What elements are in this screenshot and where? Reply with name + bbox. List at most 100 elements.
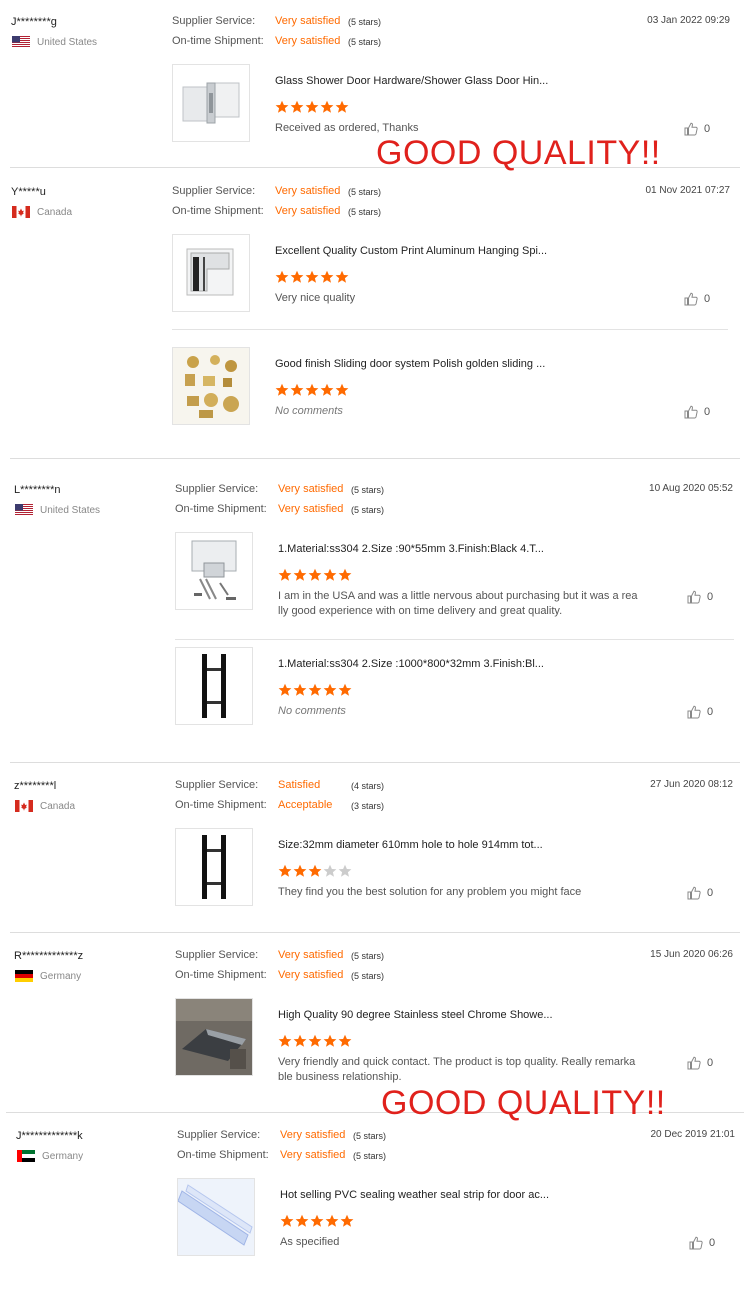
ontime-shipment-stars: (5 stars) bbox=[351, 505, 385, 515]
review-separator bbox=[10, 932, 740, 933]
supplier-service-label: Supplier Service: bbox=[175, 949, 259, 961]
product-title-link[interactable]: High Quality 90 degree Stainless steel C… bbox=[278, 1009, 553, 1021]
ontime-shipment-value: Acceptable bbox=[278, 799, 333, 811]
supplier-service-label: Supplier Service: bbox=[175, 483, 259, 495]
ontime-shipment-value: Very satisfied bbox=[275, 35, 341, 47]
product-thumbnail[interactable] bbox=[172, 234, 250, 312]
review-date: 03 Jan 2022 09:29 bbox=[647, 15, 730, 26]
like-button[interactable]: 0 bbox=[687, 886, 713, 900]
star-filled-icon bbox=[308, 1034, 322, 1047]
star-filled-icon bbox=[278, 864, 292, 877]
like-button[interactable]: 0 bbox=[687, 705, 713, 719]
product-title-link[interactable]: Size:32mm diameter 610mm hole to hole 91… bbox=[278, 839, 543, 851]
review-comment: Very nice quality bbox=[275, 292, 356, 304]
thumbs-up-icon bbox=[687, 705, 701, 719]
ontime-shipment-value: Very satisfied bbox=[278, 969, 344, 981]
product-thumbnail[interactable] bbox=[172, 347, 250, 425]
like-button[interactable]: 0 bbox=[684, 122, 710, 136]
like-count: 0 bbox=[709, 1237, 716, 1249]
star-filled-icon bbox=[290, 100, 304, 113]
supplier-service-label: Supplier Service: bbox=[175, 779, 259, 791]
review-comment: As specified bbox=[280, 1236, 340, 1248]
star-filled-icon bbox=[305, 100, 319, 113]
star-filled-icon bbox=[335, 100, 349, 113]
star-filled-icon bbox=[278, 568, 292, 581]
reviewer-name: R*************z bbox=[14, 950, 84, 962]
review-comment: Very friendly and quick contact. The pro… bbox=[278, 1056, 636, 1083]
country-flag-icon bbox=[12, 36, 30, 48]
product-title-link[interactable]: Glass Shower Door Hardware/Shower Glass … bbox=[275, 75, 548, 87]
supplier-service-stars: (5 stars) bbox=[353, 1131, 387, 1141]
reviewer-name: J********g bbox=[11, 16, 57, 28]
product-thumbnail[interactable] bbox=[175, 998, 253, 1076]
star-filled-icon bbox=[320, 383, 334, 396]
product-title-link[interactable]: Good finish Sliding door system Polish g… bbox=[275, 358, 545, 370]
product-title-link[interactable]: 1.Material:ss304 2.Size :90*55mm 3.Finis… bbox=[278, 543, 544, 555]
product-divider bbox=[172, 329, 728, 330]
product-rating bbox=[275, 100, 349, 114]
reviewer-country: United States bbox=[12, 36, 97, 48]
reviewer-name: J*************k bbox=[16, 1130, 83, 1142]
country-name: Germany bbox=[40, 970, 82, 982]
product-thumbnail[interactable] bbox=[175, 532, 253, 610]
ontime-shipment-label: On-time Shipment: bbox=[175, 799, 267, 811]
reviewer-country: Germany bbox=[15, 970, 81, 982]
star-filled-icon bbox=[325, 1214, 339, 1227]
review-date: 15 Jun 2020 06:26 bbox=[650, 949, 733, 960]
review-card: R*************z Germany Supplier Service: V… bbox=[0, 946, 750, 1083]
ontime-shipment-label: On-time Shipment: bbox=[175, 503, 267, 515]
country-name: United States bbox=[40, 504, 101, 516]
like-count: 0 bbox=[704, 123, 711, 135]
thumbs-up-icon bbox=[684, 405, 698, 419]
product-rating bbox=[275, 383, 349, 397]
review-date: 10 Aug 2020 05:52 bbox=[649, 483, 733, 494]
product-thumbnail[interactable] bbox=[175, 647, 253, 725]
supplier-service-label: Supplier Service: bbox=[177, 1129, 261, 1141]
ontime-shipment-label: On-time Shipment: bbox=[177, 1149, 269, 1161]
thumbs-up-icon bbox=[687, 886, 701, 900]
country-flag-icon bbox=[15, 970, 33, 982]
like-button[interactable]: 0 bbox=[684, 405, 710, 419]
star-empty-icon bbox=[338, 864, 352, 877]
reviewer-name: L********n bbox=[14, 484, 61, 496]
star-filled-icon bbox=[290, 270, 304, 283]
like-button[interactable]: 0 bbox=[689, 1236, 715, 1250]
like-button[interactable]: 0 bbox=[684, 292, 710, 306]
country-name: United States bbox=[37, 36, 98, 48]
like-button[interactable]: 0 bbox=[687, 590, 713, 604]
country-flag-icon bbox=[15, 504, 33, 516]
like-button[interactable]: 0 bbox=[687, 1056, 713, 1070]
ontime-shipment-stars: (3 stars) bbox=[351, 801, 385, 811]
ontime-shipment-value: Very satisfied bbox=[280, 1149, 346, 1161]
supplier-service-value: Very satisfied bbox=[278, 949, 344, 961]
ontime-shipment-stars: (5 stars) bbox=[348, 207, 382, 217]
review-comment: I am in the USA and was a little nervous… bbox=[278, 590, 638, 617]
country-flag-icon bbox=[17, 1150, 35, 1162]
country-flag-icon bbox=[15, 800, 33, 812]
product-thumbnail[interactable] bbox=[177, 1178, 255, 1256]
review-card: z********l Canada Supplier Service: Satisfi… bbox=[0, 776, 750, 906]
supplier-service-value: Very satisfied bbox=[275, 15, 341, 27]
review-separator bbox=[10, 762, 740, 763]
reviewer-country: United States bbox=[15, 504, 100, 516]
review-date: 27 Jun 2020 08:12 bbox=[650, 779, 733, 790]
ontime-shipment-label: On-time Shipment: bbox=[172, 205, 264, 217]
good-quality-banner: GOOD QUALITY!! bbox=[381, 1084, 666, 1122]
star-filled-icon bbox=[295, 1214, 309, 1227]
product-rating bbox=[275, 270, 349, 284]
product-rating bbox=[278, 1034, 352, 1048]
like-count: 0 bbox=[707, 706, 714, 718]
product-rating bbox=[280, 1214, 354, 1228]
country-flag-icon bbox=[12, 206, 30, 218]
reviewer-name: z********l bbox=[14, 780, 57, 792]
country-name: Canada bbox=[37, 206, 73, 218]
product-thumbnail[interactable] bbox=[172, 64, 250, 142]
product-title-link[interactable]: Hot selling PVC sealing weather seal str… bbox=[280, 1189, 549, 1201]
product-title-link[interactable]: Excellent Quality Custom Print Aluminum … bbox=[275, 245, 547, 257]
product-title-link[interactable]: 1.Material:ss304 2.Size :1000*800*32mm 3… bbox=[278, 658, 544, 670]
like-count: 0 bbox=[707, 1057, 714, 1069]
product-thumbnail[interactable] bbox=[175, 828, 253, 906]
star-filled-icon bbox=[323, 1034, 337, 1047]
product-rating bbox=[278, 864, 352, 878]
ontime-shipment-label: On-time Shipment: bbox=[175, 969, 267, 981]
